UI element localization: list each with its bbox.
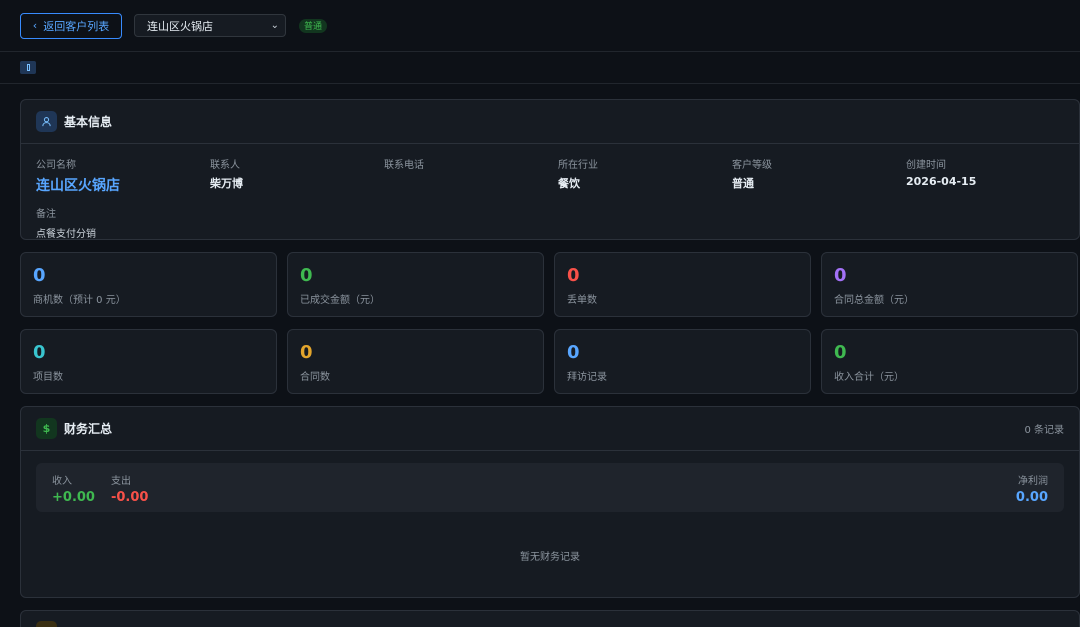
stat-value: 0 [834,342,847,363]
stat-label: 合同总金额（元） [834,295,914,306]
info-label: 公司名称 [36,160,76,171]
info-level: 客户等级 普通 [732,156,906,195]
info-phone: 联系电话 [384,156,558,195]
stat-card-income-total[interactable]: 0 收入合计（元） [821,329,1078,394]
stat-card-visits[interactable]: 0 拜访记录 [554,329,811,394]
contact-value: 柴万博 [210,177,243,190]
stat-value: 0 [33,342,46,363]
info-label: 联系电话 [384,160,424,171]
net-profit-label: 净利润 [1018,476,1048,487]
info-label: 所在行业 [558,160,598,171]
remark-section: 备注 点餐支付分销 [21,195,1079,240]
info-label: 客户等级 [732,160,772,171]
stat-value: 0 [834,265,847,286]
expense-summary: 支出 -0.00 [111,472,148,512]
basic-info-card: 基本信息 公司名称 连山区火锅店 联系人 柴万博 联系电话 所在行业 餐饮 客户… [20,99,1080,240]
stat-card-contracts[interactable]: 0 合同数 [287,329,544,394]
finance-header: $ 财务汇总 0 条记录 [21,407,1079,451]
section-icon [36,621,57,627]
stat-card-closed-amount[interactable]: 0 已成交金额（元） [287,252,544,317]
stat-label: 收入合计（元） [834,372,904,383]
basic-info-header: 基本信息 [21,100,1079,144]
expense-label: 支出 [110,476,131,487]
sub-toolbar [0,52,1080,84]
stat-card-opportunities[interactable]: 0 商机数（预计 0 元） [20,252,277,317]
dollar-icon: $ [36,418,57,439]
stat-label: 合同数 [300,372,330,383]
user-icon [36,111,57,132]
stat-card-projects[interactable]: 0 项目数 [20,329,277,394]
industry-value: 餐饮 [558,177,580,190]
panel-toggle-icon[interactable] [20,61,36,74]
basic-info-title: 基本信息 [64,115,113,129]
info-company: 公司名称 连山区火锅店 [36,156,210,195]
info-label: 联系人 [210,160,240,171]
stat-label: 已成交金额（元） [300,295,380,306]
stat-value: 0 [300,265,313,286]
info-contact: 联系人 柴万博 [210,156,384,195]
company-name-value: 连山区火锅店 [36,178,120,194]
back-to-customer-list-button[interactable]: ‹ 返回客户列表 [20,12,122,39]
finance-title: 财务汇总 [64,422,113,436]
info-industry: 所在行业 餐饮 [558,156,732,195]
created-time-value: 2026-04-15 [906,175,977,188]
empty-finance-records: 暂无财务记录 [520,552,580,563]
stat-label: 拜访记录 [567,372,607,383]
level-value: 普通 [732,177,754,190]
back-button-label: 返回客户列表 [43,19,110,33]
info-created: 创建时间 2026-04-15 [906,156,1080,195]
record-count: 0 条记录 [1024,425,1064,436]
customer-select[interactable]: 连山区火锅店 ⌄ [134,14,286,37]
basic-info-grid: 公司名称 连山区火锅店 联系人 柴万博 联系电话 所在行业 餐饮 客户等级 普通… [21,144,1079,195]
stat-card-lost-orders[interactable]: 0 丢单数 [554,252,811,317]
stat-value: 0 [300,342,313,363]
finance-totals-bar: 收入 +0.00 支出 -0.00 净利润 0.00 [36,463,1064,512]
chevron-left-icon: ‹ [32,19,38,32]
income-value: +0.00 [52,490,95,505]
income-summary: 收入 +0.00 [52,472,95,512]
stat-label: 丢单数 [567,295,597,306]
stat-value: 0 [33,265,46,286]
customer-select-value: 连山区火锅店 [147,19,213,33]
remark-label: 备注 [36,209,56,220]
top-bar: ‹ 返回客户列表 连山区火锅店 ⌄ 普通 [0,0,1080,52]
stat-label: 商机数（预计 0 元） [33,295,126,306]
stat-card-contract-total[interactable]: 0 合同总金额（元） [821,252,1078,317]
income-label: 收入 [52,476,72,487]
stat-value: 0 [567,342,580,363]
remark-value: 点餐支付分销 [36,229,96,240]
customer-level-badge: 普通 [299,18,328,33]
stat-label: 项目数 [33,372,63,383]
next-section-card [20,610,1080,627]
finance-summary-card: $ 财务汇总 0 条记录 收入 +0.00 支出 -0.00 净利润 0.00 … [20,406,1080,598]
info-label: 创建时间 [906,160,946,171]
net-profit-value: 0.00 [1015,490,1048,505]
net-profit-summary: 净利润 0.00 [1016,472,1048,512]
expense-value: -0.00 [110,490,149,505]
stat-value: 0 [567,265,580,286]
chevron-down-icon: ⌄ [270,20,279,31]
